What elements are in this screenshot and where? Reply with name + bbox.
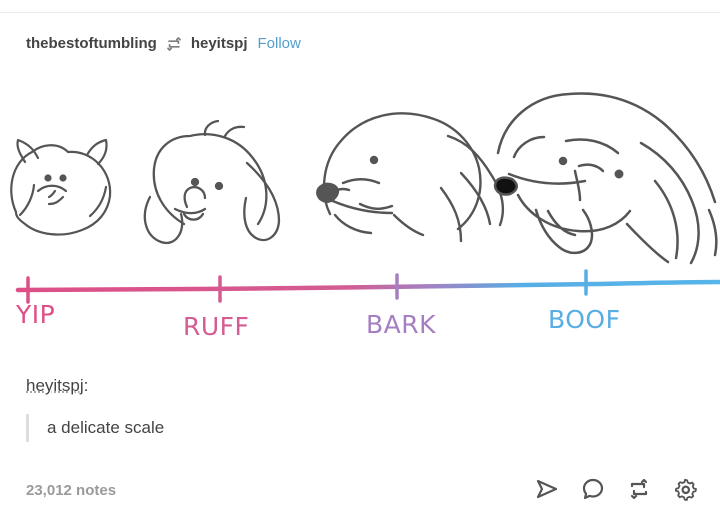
top-divider [0,12,720,13]
follow-button[interactable]: Follow [258,33,301,55]
post-actions [534,476,698,502]
scale-label-yip: YIP [15,300,55,329]
reblog-small-icon [165,35,183,53]
dog-ruff-illustration [143,119,281,245]
caption-source-link[interactable]: heyitspj [26,376,84,395]
reply-icon [582,478,604,500]
scale-label-ruff: RUFF [183,312,249,341]
reblog-button[interactable] [626,476,652,502]
share-button[interactable] [534,476,560,502]
dog-yip-illustration [10,138,112,236]
caption-quote: a delicate scale [26,414,164,442]
scale-line [15,269,720,304]
dog-boof-illustration [493,92,718,265]
blog-name-link[interactable]: thebestoftumbling [26,33,157,55]
reply-button[interactable] [580,476,606,502]
post-image: YIP RUFF BARK BOOF [0,70,720,360]
notes-count[interactable]: 23,012 notes [26,480,116,502]
settings-button[interactable] [672,476,698,502]
reblog-icon [630,478,648,500]
share-icon [536,479,558,499]
reblogged-from-link[interactable]: heyitspj [191,33,248,55]
scale-label-bark: BARK [366,310,436,339]
settings-icon [674,478,697,501]
caption-source-suffix: : [83,376,89,395]
scale-label-boof: BOOF [548,305,620,334]
caption-source: heyitspj: [26,374,88,398]
post-header: thebestoftumbling heyitspj Follow [26,33,301,55]
dog-bark-illustration [316,112,504,243]
